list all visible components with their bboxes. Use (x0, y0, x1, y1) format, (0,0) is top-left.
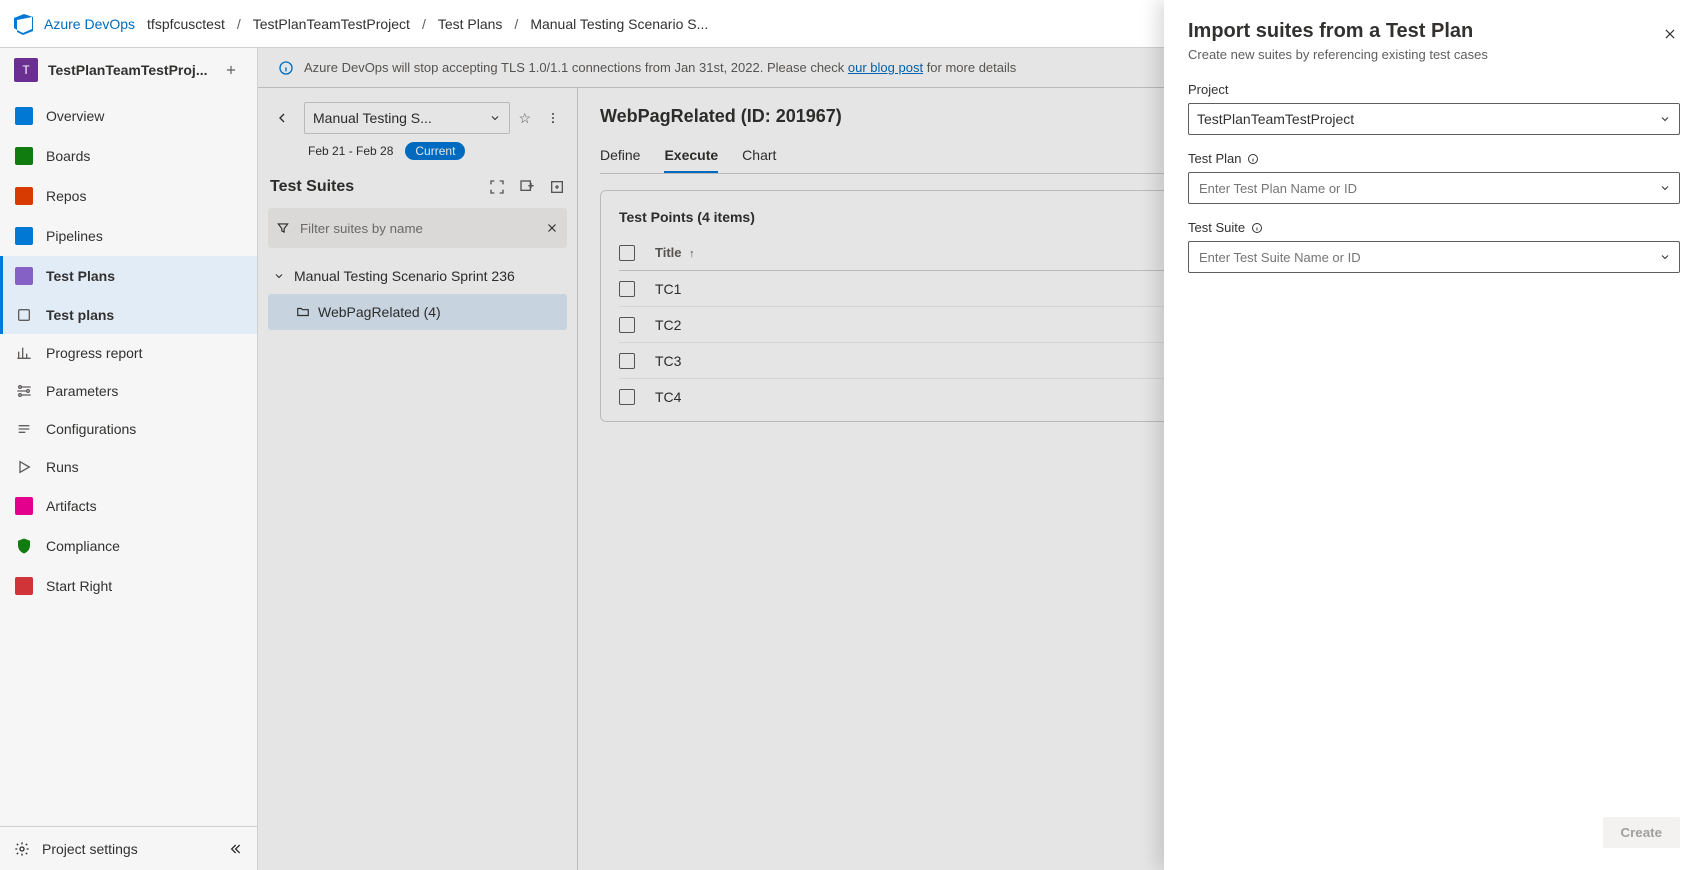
testplan-field-label: Test Plan (1188, 151, 1241, 166)
chevron-down-icon (1659, 113, 1671, 125)
chevron-down-icon (1659, 182, 1671, 194)
close-icon (1663, 27, 1677, 41)
testplan-combobox[interactable] (1188, 172, 1680, 204)
testsuite-field-label: Test Suite (1188, 220, 1245, 235)
import-suites-panel: Import suites from a Test Plan Create ne… (1164, 0, 1704, 870)
panel-title: Import suites from a Test Plan (1188, 20, 1680, 43)
panel-subtitle: Create new suites by referencing existin… (1188, 47, 1680, 62)
import-panel-container: Import suites from a Test Plan Create ne… (0, 0, 1704, 870)
info-icon[interactable] (1247, 153, 1259, 165)
chevron-down-icon (1659, 251, 1671, 263)
testsuite-combobox[interactable] (1188, 241, 1680, 273)
project-field-label: Project (1188, 82, 1680, 97)
project-value: TestPlanTeamTestProject (1197, 111, 1651, 127)
close-panel-button[interactable] (1656, 20, 1684, 48)
create-button[interactable]: Create (1603, 817, 1681, 848)
panel-scrim[interactable] (0, 0, 1164, 870)
testplan-input[interactable] (1197, 180, 1651, 197)
project-combobox[interactable]: TestPlanTeamTestProject (1188, 103, 1680, 135)
testsuite-input[interactable] (1197, 249, 1651, 266)
info-icon[interactable] (1251, 222, 1263, 234)
